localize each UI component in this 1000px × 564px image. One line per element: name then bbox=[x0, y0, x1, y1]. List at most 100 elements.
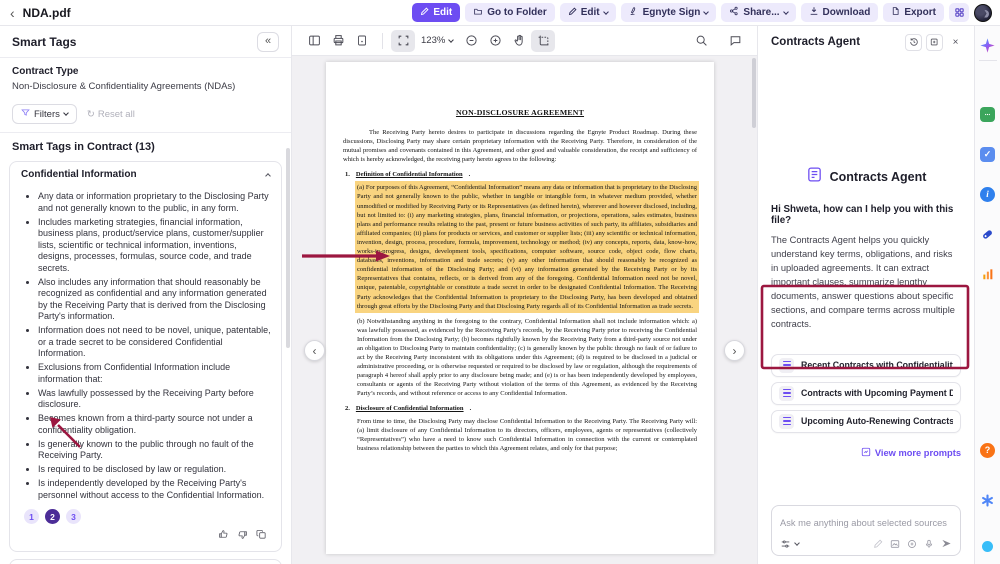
thumbs-up-icon[interactable] bbox=[218, 528, 229, 543]
tasks-clipboard-icon[interactable]: ✓ bbox=[979, 145, 997, 163]
smart-tags-title: Smart Tags bbox=[12, 35, 76, 49]
reset-all-button[interactable]: ↻ Reset all bbox=[87, 109, 135, 120]
app-icon-strip: ✓ i ? bbox=[974, 26, 1000, 564]
edit-button[interactable]: Edit bbox=[412, 3, 460, 22]
comments-icon[interactable] bbox=[979, 105, 997, 123]
bullet-item: Is independently developed by the Receiv… bbox=[38, 478, 271, 501]
history-icon[interactable] bbox=[905, 34, 922, 51]
share-icon bbox=[729, 6, 739, 19]
send-icon[interactable] bbox=[941, 538, 952, 549]
thumbs-down-icon[interactable] bbox=[237, 528, 248, 543]
document-intro-paragraph: The Receiving Party hereto desires to pa… bbox=[343, 128, 697, 164]
download-icon bbox=[809, 6, 819, 19]
file-title: NDA.pdf bbox=[23, 6, 71, 20]
funnel-icon bbox=[21, 108, 30, 120]
paragraph-b: (b) Notwithstanding anything in the fore… bbox=[357, 317, 697, 399]
prompt-recent-contracts[interactable]: Recent Contracts with Confidentiality an… bbox=[771, 354, 961, 377]
sources-filter-icon[interactable] bbox=[780, 539, 791, 549]
add-attachment-icon[interactable] bbox=[907, 539, 917, 549]
viewer-toolbar: 123% bbox=[292, 26, 757, 56]
fit-to-screen-icon[interactable] bbox=[391, 30, 415, 52]
prompt-upcoming-payment-due-dates[interactable]: Contracts with Upcoming Payment Due Date… bbox=[771, 382, 961, 405]
list-icon bbox=[779, 358, 794, 373]
bullet-item: Includes marketing strategies, financial… bbox=[38, 217, 271, 275]
main-area: Smart Tags « Contract Type Non-Disclosur… bbox=[0, 26, 1000, 564]
tags-icon[interactable] bbox=[979, 225, 997, 243]
view-more-prompts-link[interactable]: View more prompts bbox=[861, 447, 961, 459]
chat-input[interactable] bbox=[780, 518, 952, 528]
info-icon[interactable]: i bbox=[979, 185, 997, 203]
pen-icon[interactable] bbox=[873, 539, 883, 549]
bullet-item: Becomes known from a third-party source … bbox=[38, 413, 271, 436]
download-button[interactable]: Download bbox=[801, 3, 879, 22]
edit-menu-button[interactable]: Edit bbox=[560, 3, 616, 22]
filters-button[interactable]: Filters bbox=[12, 104, 77, 124]
share-button[interactable]: Share... bbox=[721, 3, 795, 22]
agent-description: The Contracts Agent helps you quickly un… bbox=[771, 234, 961, 332]
bottom-partial-icon[interactable] bbox=[979, 537, 997, 555]
agent-greeting: Hi Shweta, how can I help you with this … bbox=[771, 204, 961, 226]
print-icon[interactable] bbox=[326, 30, 350, 52]
accordion-confidentiality-time-period[interactable]: Confidentiality Time period bbox=[9, 559, 282, 564]
chat-input-box bbox=[771, 505, 961, 556]
app-window: ‹ NDA.pdf Edit Go to Folder Edit Egnyte … bbox=[0, 0, 1000, 564]
confidential-information-header[interactable]: Confidential Information bbox=[10, 162, 281, 187]
document-section-2-heading: 2. Disclosure of Confidential Informatio… bbox=[345, 405, 697, 412]
go-to-folder-button[interactable]: Go to Folder bbox=[465, 3, 554, 22]
back-button[interactable]: ‹ bbox=[10, 6, 15, 20]
export-button[interactable]: Export bbox=[883, 3, 944, 22]
page-1-button[interactable]: 1 bbox=[24, 509, 39, 524]
ai-sparkle-icon[interactable] bbox=[979, 36, 997, 54]
prompt-auto-renewing-contracts[interactable]: Upcoming Auto-Renewing Contracts Expirin… bbox=[771, 410, 961, 433]
close-icon[interactable]: × bbox=[947, 34, 964, 51]
confidential-information-card: Confidential Information Any data or inf… bbox=[9, 161, 282, 552]
page-2-button[interactable]: 2 bbox=[45, 509, 60, 524]
confidential-information-bullets: Any data or information proprietary to t… bbox=[38, 191, 271, 501]
document-section-1-heading: 1. Definition of Confidential Informatio… bbox=[345, 171, 697, 178]
list-icon bbox=[779, 386, 794, 401]
page-3-button[interactable]: 3 bbox=[66, 509, 81, 524]
bullet-item: Also includes any information that shoul… bbox=[38, 277, 271, 323]
topbar: ‹ NDA.pdf Edit Go to Folder Edit Egnyte … bbox=[0, 0, 1000, 26]
comment-icon[interactable] bbox=[723, 30, 747, 52]
contract-type-label: Contract Type bbox=[12, 66, 279, 77]
highlighted-paragraph-a[interactable]: (a) For purposes of this Agreement, “Con… bbox=[357, 183, 697, 310]
assistant-flower-icon[interactable] bbox=[979, 491, 997, 509]
new-chat-icon[interactable] bbox=[926, 34, 943, 51]
next-page-button[interactable]: › bbox=[724, 340, 745, 361]
smart-tags-panel: Smart Tags « Contract Type Non-Disclosur… bbox=[0, 26, 292, 564]
image-icon[interactable] bbox=[890, 539, 900, 549]
pencil-icon bbox=[420, 7, 429, 19]
user-avatar[interactable] bbox=[974, 4, 992, 22]
agent-badge: Contracts Agent bbox=[771, 166, 961, 188]
apps-icon[interactable] bbox=[949, 3, 969, 22]
help-icon[interactable]: ? bbox=[979, 441, 997, 459]
pdf-canvas: NON-DISCLOSURE AGREEMENT The Receiving P… bbox=[292, 56, 757, 564]
contract-document-icon bbox=[806, 166, 823, 188]
previous-page-button[interactable]: ‹ bbox=[304, 340, 325, 361]
thumbnail-panel-icon[interactable] bbox=[302, 30, 326, 52]
copy-icon[interactable] bbox=[256, 528, 267, 543]
zoom-out-icon[interactable] bbox=[459, 30, 483, 52]
search-icon[interactable] bbox=[689, 30, 713, 52]
left-panel-scrollbar[interactable] bbox=[286, 148, 290, 348]
microphone-icon[interactable] bbox=[924, 539, 934, 549]
chevron-down-icon bbox=[783, 9, 789, 15]
viewer-scrollbar[interactable] bbox=[752, 58, 756, 128]
bullet-item: Exclusions from Confidential Information… bbox=[38, 362, 271, 385]
chevron-up-icon bbox=[265, 173, 271, 179]
pagination: 1 2 3 bbox=[10, 505, 281, 526]
pan-hand-icon[interactable] bbox=[507, 30, 531, 52]
zoom-level-dropdown[interactable]: 123% bbox=[421, 35, 453, 46]
folder-icon bbox=[473, 7, 483, 19]
select-area-icon[interactable] bbox=[531, 30, 555, 52]
analytics-chart-icon[interactable] bbox=[979, 265, 997, 283]
zoom-in-icon[interactable] bbox=[483, 30, 507, 52]
document-title: NON-DISCLOSURE AGREEMENT bbox=[343, 108, 697, 117]
contract-type-value: Non-Disclosure & Confidentiality Agreeme… bbox=[12, 81, 279, 92]
chevron-down-icon bbox=[794, 540, 800, 546]
collapse-panel-button[interactable]: « bbox=[257, 32, 279, 52]
page-info-icon[interactable] bbox=[350, 30, 374, 52]
egnyte-sign-button[interactable]: Egnyte Sign bbox=[621, 3, 717, 22]
agent-title: Contracts Agent bbox=[830, 170, 927, 184]
